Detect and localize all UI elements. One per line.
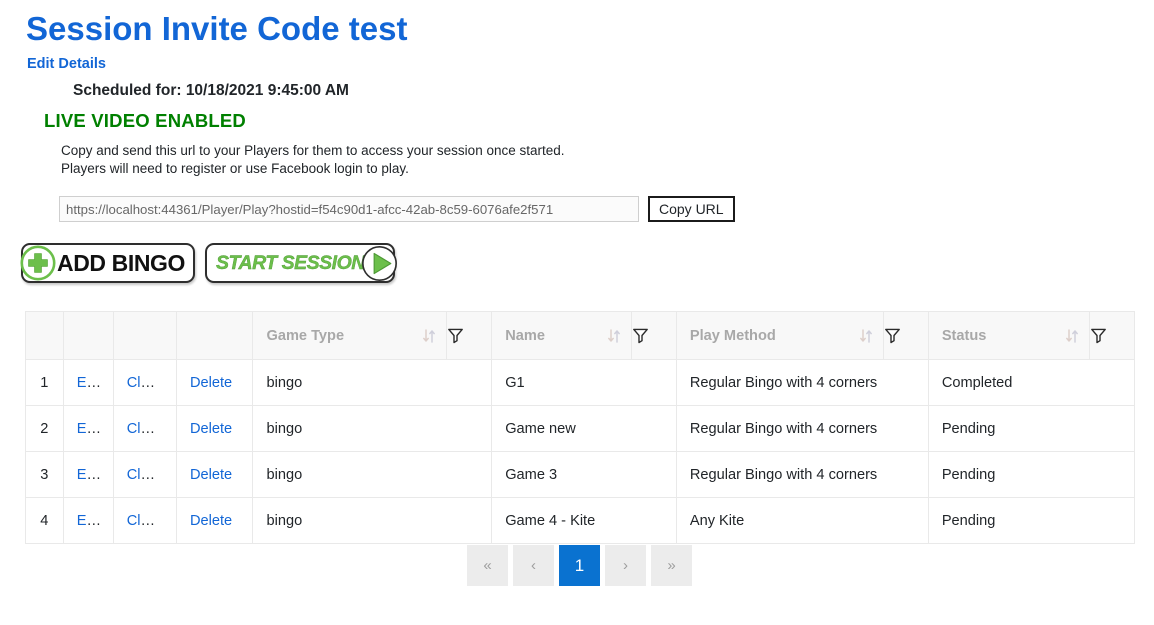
header-game-type-label: Game Type xyxy=(266,328,344,344)
row-name: Game 3 xyxy=(492,452,677,498)
header-game-type[interactable]: Game Type xyxy=(253,312,447,360)
share-url-input[interactable] xyxy=(59,196,639,222)
row-game-type: bingo xyxy=(253,498,492,544)
row-play-method: Regular Bingo with 4 corners xyxy=(676,452,928,498)
sort-updown-icon[interactable] xyxy=(1065,328,1079,344)
row-delete-cell: Delete xyxy=(176,406,253,452)
sort-updown-icon[interactable] xyxy=(607,328,621,344)
row-edit-cell: Edit xyxy=(63,360,113,406)
row-game-type: bingo xyxy=(253,452,492,498)
header-name[interactable]: Name xyxy=(492,312,632,360)
row-close-cell: Close xyxy=(113,360,176,406)
row-game-type: bingo xyxy=(253,406,492,452)
row-name: G1 xyxy=(492,360,677,406)
header-name-label: Name xyxy=(505,328,545,344)
row-status: Pending xyxy=(928,498,1134,544)
page-title: Session Invite Code test xyxy=(26,9,407,49)
scheduled-for-text: Scheduled for: 10/18/2021 9:45:00 AM xyxy=(73,82,349,100)
row-play-method: Any Kite xyxy=(676,498,928,544)
header-play-method-label: Play Method xyxy=(690,328,776,344)
row-index: 2 xyxy=(26,406,64,452)
row-index: 3 xyxy=(26,452,64,498)
edit-details-link[interactable]: Edit Details xyxy=(27,56,106,72)
plus-circle-icon xyxy=(20,245,56,281)
row-status: Completed xyxy=(928,360,1134,406)
filter-name-button[interactable] xyxy=(631,312,676,360)
pagination-prev-button[interactable]: ‹ xyxy=(513,545,554,586)
header-play-method[interactable]: Play Method xyxy=(676,312,883,360)
table-header: Game Type xyxy=(26,312,1135,360)
table-body: 1 Edit Close Delete bingo G1 Regular Bin… xyxy=(26,360,1135,544)
edit-link[interactable]: Edit xyxy=(77,467,102,483)
header-edit xyxy=(63,312,113,360)
delete-link[interactable]: Delete xyxy=(190,467,232,483)
header-status-label: Status xyxy=(942,328,987,344)
sort-updown-icon[interactable] xyxy=(859,328,873,344)
instructions-line-1: Copy and send this url to your Players f… xyxy=(61,143,565,158)
start-session-button[interactable]: START SESSION xyxy=(205,243,395,283)
row-delete-cell: Delete xyxy=(176,452,253,498)
table-row: 2 Edit Close Delete bingo Game new Regul… xyxy=(26,406,1135,452)
row-status: Pending xyxy=(928,452,1134,498)
row-game-type: bingo xyxy=(253,360,492,406)
close-link[interactable]: Close xyxy=(127,513,164,529)
header-status[interactable]: Status xyxy=(928,312,1089,360)
action-buttons-row: ADD BINGO START SESSION xyxy=(21,243,395,283)
add-bingo-button[interactable]: ADD BINGO xyxy=(21,243,195,283)
delete-link[interactable]: Delete xyxy=(190,513,232,529)
delete-link[interactable]: Delete xyxy=(190,375,232,391)
row-play-method: Regular Bingo with 4 corners xyxy=(676,360,928,406)
edit-link[interactable]: Edit xyxy=(77,421,102,437)
copy-url-button[interactable]: Copy URL xyxy=(648,196,735,222)
row-close-cell: Close xyxy=(113,498,176,544)
pagination-last-button[interactable]: » xyxy=(651,545,692,586)
close-link[interactable]: Close xyxy=(127,375,164,391)
delete-link[interactable]: Delete xyxy=(190,421,232,437)
funnel-icon xyxy=(884,327,901,344)
instructions-line-2: Players will need to register or use Fac… xyxy=(61,161,409,176)
header-delete xyxy=(176,312,253,360)
row-play-method: Regular Bingo with 4 corners xyxy=(676,406,928,452)
share-url-row: Copy URL xyxy=(59,196,735,222)
filter-game-type-button[interactable] xyxy=(447,312,492,360)
table-row: 3 Edit Close Delete bingo Game 3 Regular… xyxy=(26,452,1135,498)
funnel-icon xyxy=(447,327,464,344)
row-delete-cell: Delete xyxy=(176,360,253,406)
start-session-label: START SESSION xyxy=(216,252,365,275)
funnel-icon xyxy=(1090,327,1107,344)
close-link[interactable]: Close xyxy=(127,467,164,483)
row-edit-cell: Edit xyxy=(63,498,113,544)
row-index: 4 xyxy=(26,498,64,544)
live-video-status: LIVE VIDEO ENABLED xyxy=(44,110,246,132)
row-name: Game 4 - Kite xyxy=(492,498,677,544)
row-index: 1 xyxy=(26,360,64,406)
row-close-cell: Close xyxy=(113,452,176,498)
filter-play-method-button[interactable] xyxy=(883,312,928,360)
play-circle-icon xyxy=(361,245,398,282)
games-table: Game Type xyxy=(25,311,1135,544)
table-header-row: Game Type xyxy=(26,312,1135,360)
pagination: « ‹ 1 › » xyxy=(467,545,692,586)
header-index xyxy=(26,312,64,360)
add-bingo-label: ADD BINGO xyxy=(57,250,185,277)
header-close xyxy=(113,312,176,360)
funnel-icon xyxy=(632,327,649,344)
session-invite-page: Session Invite Code test Edit Details Sc… xyxy=(0,0,1154,625)
pagination-page-1-button[interactable]: 1 xyxy=(559,545,600,586)
close-link[interactable]: Close xyxy=(127,421,164,437)
row-edit-cell: Edit xyxy=(63,452,113,498)
sort-updown-icon[interactable] xyxy=(422,328,436,344)
row-delete-cell: Delete xyxy=(176,498,253,544)
table-row: 1 Edit Close Delete bingo G1 Regular Bin… xyxy=(26,360,1135,406)
row-status: Pending xyxy=(928,406,1134,452)
edit-link[interactable]: Edit xyxy=(77,513,102,529)
pagination-first-button[interactable]: « xyxy=(467,545,508,586)
row-edit-cell: Edit xyxy=(63,406,113,452)
edit-link[interactable]: Edit xyxy=(77,375,102,391)
filter-status-button[interactable] xyxy=(1090,312,1135,360)
row-close-cell: Close xyxy=(113,406,176,452)
row-name: Game new xyxy=(492,406,677,452)
table-row: 4 Edit Close Delete bingo Game 4 - Kite … xyxy=(26,498,1135,544)
pagination-next-button[interactable]: › xyxy=(605,545,646,586)
